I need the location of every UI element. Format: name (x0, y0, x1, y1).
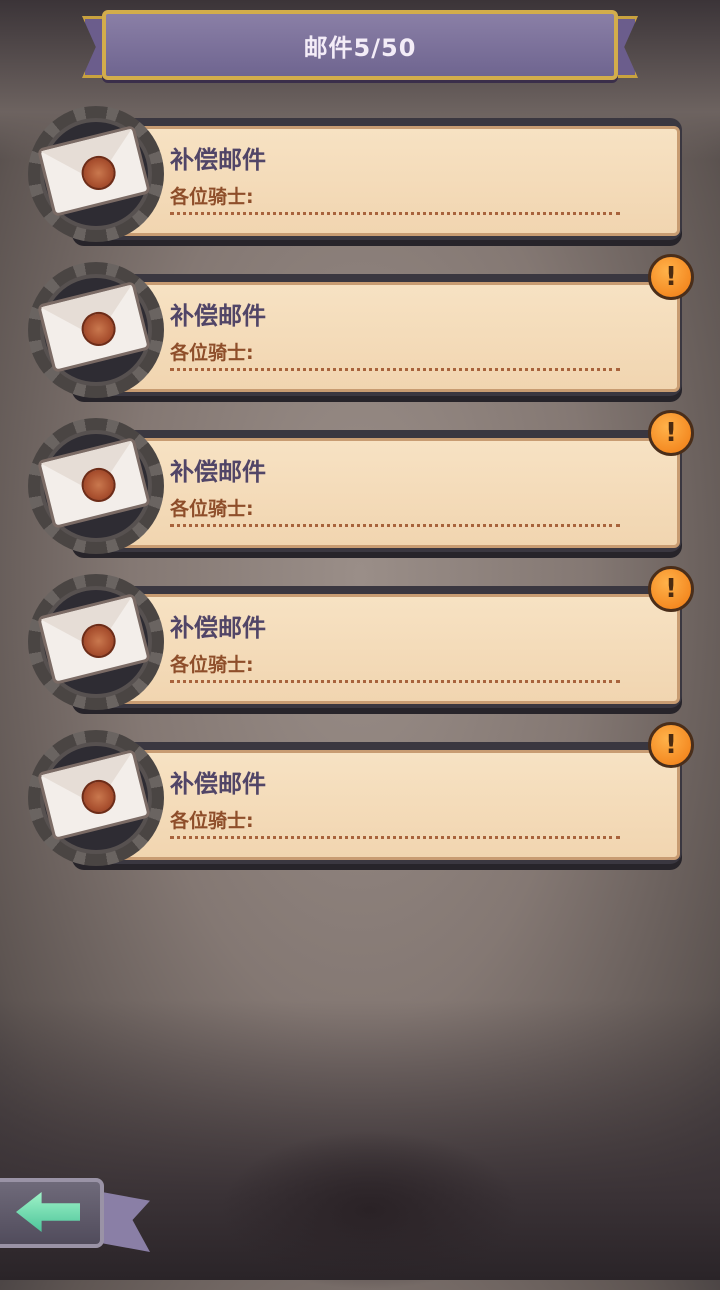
page-title: 邮件5/50 (303, 33, 417, 62)
mail-item[interactable]: 补偿邮件 各位骑士: ! (28, 722, 694, 876)
exclamation-icon: ! (648, 254, 694, 300)
mail-item[interactable]: 补偿邮件 各位骑士: ! (28, 566, 694, 720)
mail-greeting: 各位骑士: (170, 810, 254, 832)
mail-greeting: 各位骑士: (170, 342, 254, 364)
exclamation-icon: ! (648, 722, 694, 768)
mail-item[interactable]: 补偿邮件 各位骑士: ! (28, 410, 694, 564)
mail-title: 补偿邮件 (170, 614, 266, 642)
title-banner: 邮件5/50 (82, 10, 638, 80)
exclamation-icon: ! (648, 566, 694, 612)
gear-frame (28, 262, 164, 398)
mail-preview-text (170, 212, 620, 221)
mail-preview-text (170, 836, 620, 845)
gear-frame (28, 730, 164, 866)
mail-preview-text (170, 368, 620, 377)
back-button[interactable] (0, 1178, 150, 1258)
banner-body: 邮件5/50 (102, 10, 618, 80)
mail-title: 补偿邮件 (170, 458, 266, 486)
background-shadow (220, 1130, 520, 1290)
gear-frame (28, 574, 164, 710)
mail-item[interactable]: 补偿邮件 各位骑士: ! (28, 254, 694, 408)
mail-preview-text (170, 524, 620, 533)
mail-preview-text (170, 680, 620, 689)
mail-title: 补偿邮件 (170, 770, 266, 798)
mail-item[interactable]: 补偿邮件 各位骑士: (28, 106, 688, 252)
gear-frame (28, 106, 164, 242)
mail-greeting: 各位骑士: (170, 654, 254, 676)
gear-frame (28, 418, 164, 554)
exclamation-icon: ! (648, 410, 694, 456)
mail-greeting: 各位骑士: (170, 498, 254, 520)
mail-greeting: 各位骑士: (170, 186, 254, 208)
mail-title: 补偿邮件 (170, 302, 266, 330)
mail-title: 补偿邮件 (170, 146, 266, 174)
